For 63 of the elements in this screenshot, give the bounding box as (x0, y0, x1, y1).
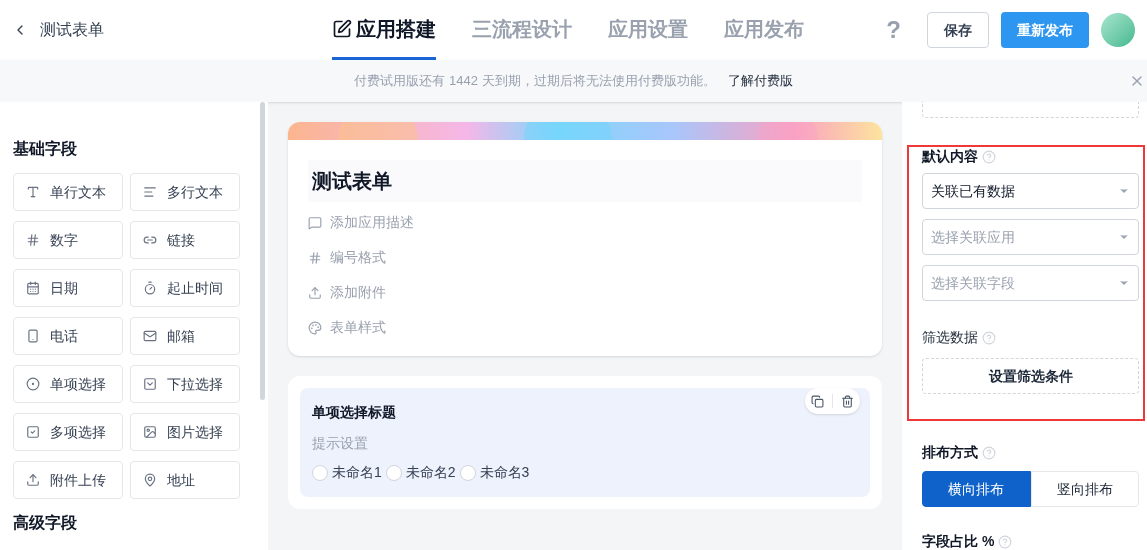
hash-icon (26, 233, 40, 247)
copy-icon[interactable] (811, 394, 824, 408)
field-label: 排布方式 (922, 443, 978, 462)
upload-icon (26, 473, 40, 487)
save-button[interactable]: 保存 (927, 12, 989, 48)
radio-option[interactable]: 未命名2 (385, 462, 456, 483)
field-type-button[interactable]: 多项选择 (13, 413, 123, 451)
checkbox-icon (26, 425, 40, 439)
form-title: 测试表单 (308, 160, 862, 202)
notice-text: 付费试用版还有 1442 天到期，过期后将无法使用付费版功能。 (354, 72, 716, 91)
radio-option[interactable]: 未命名3 (459, 462, 530, 483)
palette-icon (308, 320, 322, 335)
question-block[interactable]: 单项选择标题 提示设置 未命名1 未命名2 未命名3 (300, 388, 870, 497)
filter-button[interactable]: 设置筛选条件 (922, 358, 1139, 394)
field-label: 筛选数据 (922, 328, 978, 347)
field-label: 字段占比 % (922, 532, 995, 550)
field-type-button[interactable]: 地址 (130, 461, 240, 499)
phone-icon (26, 329, 40, 343)
paragraph-icon (143, 185, 157, 199)
question-hint: 提示设置 (312, 434, 369, 453)
field-type-button[interactable]: 邮箱 (130, 317, 240, 355)
text-icon (26, 185, 40, 199)
comment-icon (308, 215, 322, 230)
hash-icon (308, 250, 322, 265)
field-type-button[interactable]: 链接 (130, 221, 240, 259)
radio-icon (26, 377, 40, 391)
scrollbar[interactable] (260, 102, 265, 400)
field-type-button[interactable]: 电话 (13, 317, 123, 355)
delete-icon[interactable] (841, 394, 854, 408)
avatar[interactable] (1101, 13, 1135, 47)
field-type-button[interactable]: 日期 (13, 269, 123, 307)
section-title: 基础字段 (13, 139, 78, 159)
help-icon[interactable] (982, 149, 996, 164)
timer-icon (143, 281, 157, 295)
map-pin-icon (143, 473, 157, 487)
field-type-button[interactable]: 图片选择 (130, 413, 240, 451)
layout-toggle[interactable]: 横向排布 (922, 471, 1031, 507)
radio-option[interactable]: 未命名1 (312, 462, 382, 483)
image-icon (143, 425, 157, 439)
calendar-icon (26, 281, 40, 295)
select-field[interactable]: 关联已有数据 (922, 173, 1139, 209)
help-icon[interactable] (982, 330, 996, 345)
field-type-button[interactable]: 起止时间 (130, 269, 240, 307)
field-type-button[interactable]: 下拉选择 (130, 365, 240, 403)
notice-link[interactable]: 了解付费版 (727, 71, 793, 91)
field-type-button[interactable]: 多行文本 (130, 173, 240, 211)
link-icon (143, 233, 157, 247)
field-type-button[interactable]: 单项选择 (13, 365, 123, 403)
section-title: 高级字段 (13, 513, 78, 533)
back-button[interactable]: 测试表单 (12, 18, 104, 42)
layout-toggle[interactable]: 竖向排布 (1030, 471, 1139, 507)
edit-icon (332, 18, 352, 39)
help-icon[interactable] (982, 445, 996, 460)
config-box[interactable] (922, 102, 1139, 118)
question-title: 单项选择标题 (312, 403, 397, 422)
field-type-button[interactable]: 附件上传 (13, 461, 123, 499)
dropdown-icon (143, 377, 157, 391)
field-type-button[interactable]: 单行文本 (13, 173, 123, 211)
help-icon[interactable] (998, 534, 1013, 549)
field-type-button[interactable]: 数字 (13, 221, 123, 259)
field-label: 默认内容 (922, 147, 978, 166)
mail-icon (143, 329, 157, 343)
upload-icon (308, 285, 322, 300)
